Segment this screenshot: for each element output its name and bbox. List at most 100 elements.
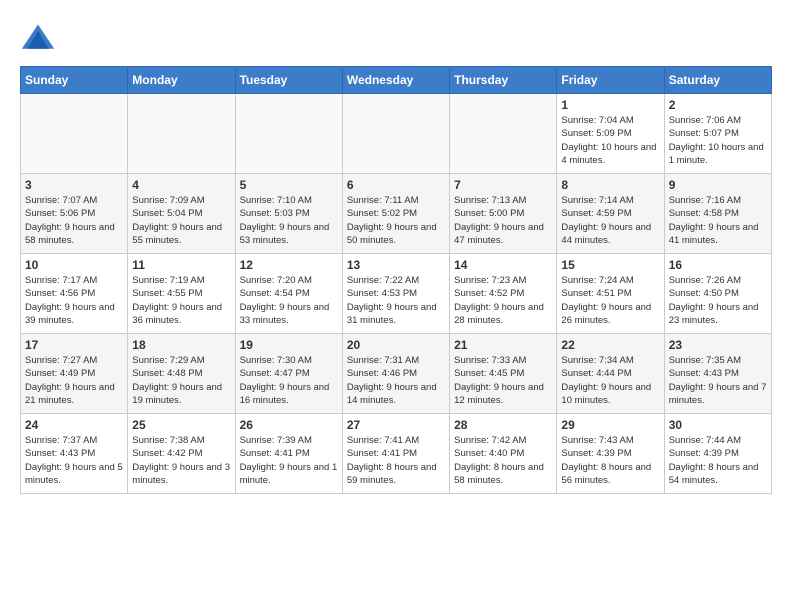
day-number: 7 [454,178,552,192]
calendar-week-1: 1 Sunrise: 7:04 AM Sunset: 5:09 PM Daylig… [21,94,772,174]
day-number: 22 [561,338,659,352]
day-number: 10 [25,258,123,272]
day-info: Sunrise: 7:04 AM Sunset: 5:09 PM Dayligh… [561,114,659,167]
day-number: 29 [561,418,659,432]
day-number: 25 [132,418,230,432]
calendar-cell: 6 Sunrise: 7:11 AM Sunset: 5:02 PM Daylig… [342,174,449,254]
calendar-cell: 20 Sunrise: 7:31 AM Sunset: 4:46 PM Dayli… [342,334,449,414]
day-info: Sunrise: 7:23 AM Sunset: 4:52 PM Dayligh… [454,274,552,327]
day-number: 30 [669,418,767,432]
col-header-saturday: Saturday [664,67,771,94]
calendar-cell [128,94,235,174]
col-header-wednesday: Wednesday [342,67,449,94]
calendar-week-3: 10 Sunrise: 7:17 AM Sunset: 4:56 PM Dayli… [21,254,772,334]
day-number: 23 [669,338,767,352]
calendar-cell: 25 Sunrise: 7:38 AM Sunset: 4:42 PM Dayli… [128,414,235,494]
col-header-friday: Friday [557,67,664,94]
calendar-week-2: 3 Sunrise: 7:07 AM Sunset: 5:06 PM Daylig… [21,174,772,254]
day-number: 15 [561,258,659,272]
col-header-thursday: Thursday [450,67,557,94]
day-info: Sunrise: 7:14 AM Sunset: 4:59 PM Dayligh… [561,194,659,247]
calendar-cell: 2 Sunrise: 7:06 AM Sunset: 5:07 PM Daylig… [664,94,771,174]
calendar-cell: 7 Sunrise: 7:13 AM Sunset: 5:00 PM Daylig… [450,174,557,254]
day-info: Sunrise: 7:42 AM Sunset: 4:40 PM Dayligh… [454,434,552,487]
calendar-header-row: SundayMondayTuesdayWednesdayThursdayFrid… [21,67,772,94]
day-info: Sunrise: 7:41 AM Sunset: 4:41 PM Dayligh… [347,434,445,487]
day-number: 26 [240,418,338,432]
day-info: Sunrise: 7:38 AM Sunset: 4:42 PM Dayligh… [132,434,230,487]
day-info: Sunrise: 7:33 AM Sunset: 4:45 PM Dayligh… [454,354,552,407]
day-number: 1 [561,98,659,112]
calendar-cell: 18 Sunrise: 7:29 AM Sunset: 4:48 PM Dayli… [128,334,235,414]
logo-icon [20,20,56,56]
calendar-cell: 8 Sunrise: 7:14 AM Sunset: 4:59 PM Daylig… [557,174,664,254]
calendar-cell: 15 Sunrise: 7:24 AM Sunset: 4:51 PM Dayli… [557,254,664,334]
calendar-cell: 26 Sunrise: 7:39 AM Sunset: 4:41 PM Dayli… [235,414,342,494]
day-number: 21 [454,338,552,352]
day-number: 24 [25,418,123,432]
day-info: Sunrise: 7:17 AM Sunset: 4:56 PM Dayligh… [25,274,123,327]
day-number: 12 [240,258,338,272]
calendar-cell: 10 Sunrise: 7:17 AM Sunset: 4:56 PM Dayli… [21,254,128,334]
day-info: Sunrise: 7:43 AM Sunset: 4:39 PM Dayligh… [561,434,659,487]
day-info: Sunrise: 7:27 AM Sunset: 4:49 PM Dayligh… [25,354,123,407]
calendar-week-4: 17 Sunrise: 7:27 AM Sunset: 4:49 PM Dayli… [21,334,772,414]
day-number: 13 [347,258,445,272]
col-header-sunday: Sunday [21,67,128,94]
calendar-cell: 24 Sunrise: 7:37 AM Sunset: 4:43 PM Dayli… [21,414,128,494]
day-info: Sunrise: 7:34 AM Sunset: 4:44 PM Dayligh… [561,354,659,407]
calendar-cell: 29 Sunrise: 7:43 AM Sunset: 4:39 PM Dayli… [557,414,664,494]
day-number: 9 [669,178,767,192]
day-info: Sunrise: 7:44 AM Sunset: 4:39 PM Dayligh… [669,434,767,487]
day-number: 19 [240,338,338,352]
day-number: 17 [25,338,123,352]
day-info: Sunrise: 7:29 AM Sunset: 4:48 PM Dayligh… [132,354,230,407]
day-number: 11 [132,258,230,272]
day-info: Sunrise: 7:11 AM Sunset: 5:02 PM Dayligh… [347,194,445,247]
day-number: 20 [347,338,445,352]
calendar-week-5: 24 Sunrise: 7:37 AM Sunset: 4:43 PM Dayli… [21,414,772,494]
day-number: 16 [669,258,767,272]
calendar-cell: 27Sunrise: 7:41 AM Sunset: 4:41 PM Dayli… [342,414,449,494]
day-number: 8 [561,178,659,192]
calendar-cell [235,94,342,174]
calendar-cell: 9 Sunrise: 7:16 AM Sunset: 4:58 PM Daylig… [664,174,771,254]
logo [20,20,60,56]
day-info: Sunrise: 7:20 AM Sunset: 4:54 PM Dayligh… [240,274,338,327]
day-number: 14 [454,258,552,272]
col-header-monday: Monday [128,67,235,94]
day-number: 18 [132,338,230,352]
day-info: Sunrise: 7:39 AM Sunset: 4:41 PM Dayligh… [240,434,338,487]
day-info: Sunrise: 7:22 AM Sunset: 4:53 PM Dayligh… [347,274,445,327]
day-info: Sunrise: 7:06 AM Sunset: 5:07 PM Dayligh… [669,114,767,167]
calendar-cell: 19 Sunrise: 7:30 AM Sunset: 4:47 PM Dayli… [235,334,342,414]
calendar-cell [450,94,557,174]
day-info: Sunrise: 7:30 AM Sunset: 4:47 PM Dayligh… [240,354,338,407]
calendar-cell: 1 Sunrise: 7:04 AM Sunset: 5:09 PM Daylig… [557,94,664,174]
day-info: Sunrise: 7:07 AM Sunset: 5:06 PM Dayligh… [25,194,123,247]
day-info: Sunrise: 7:31 AM Sunset: 4:46 PM Dayligh… [347,354,445,407]
day-info: Sunrise: 7:10 AM Sunset: 5:03 PM Dayligh… [240,194,338,247]
day-number: 3 [25,178,123,192]
day-info: Sunrise: 7:13 AM Sunset: 5:00 PM Dayligh… [454,194,552,247]
day-number: 28 [454,418,552,432]
day-number: 5 [240,178,338,192]
calendar-cell: 22 Sunrise: 7:34 AM Sunset: 4:44 PM Dayli… [557,334,664,414]
day-info: Sunrise: 7:16 AM Sunset: 4:58 PM Dayligh… [669,194,767,247]
day-number: 4 [132,178,230,192]
day-info: Sunrise: 7:24 AM Sunset: 4:51 PM Dayligh… [561,274,659,327]
calendar-cell: 28 Sunrise: 7:42 AM Sunset: 4:40 PM Dayli… [450,414,557,494]
calendar-cell: 14 Sunrise: 7:23 AM Sunset: 4:52 PM Dayli… [450,254,557,334]
calendar-cell: 17 Sunrise: 7:27 AM Sunset: 4:49 PM Dayli… [21,334,128,414]
calendar-cell: 11Sunrise: 7:19 AM Sunset: 4:55 PM Dayli… [128,254,235,334]
day-number: 2 [669,98,767,112]
calendar-cell [342,94,449,174]
calendar-cell [21,94,128,174]
col-header-tuesday: Tuesday [235,67,342,94]
calendar-cell: 3 Sunrise: 7:07 AM Sunset: 5:06 PM Daylig… [21,174,128,254]
day-info: Sunrise: 7:37 AM Sunset: 4:43 PM Dayligh… [25,434,123,487]
day-info: Sunrise: 7:35 AM Sunset: 4:43 PM Dayligh… [669,354,767,407]
day-number: 6 [347,178,445,192]
calendar-cell: 16Sunrise: 7:26 AM Sunset: 4:50 PM Dayli… [664,254,771,334]
calendar-cell: 4Sunrise: 7:09 AM Sunset: 5:04 PM Daylig… [128,174,235,254]
